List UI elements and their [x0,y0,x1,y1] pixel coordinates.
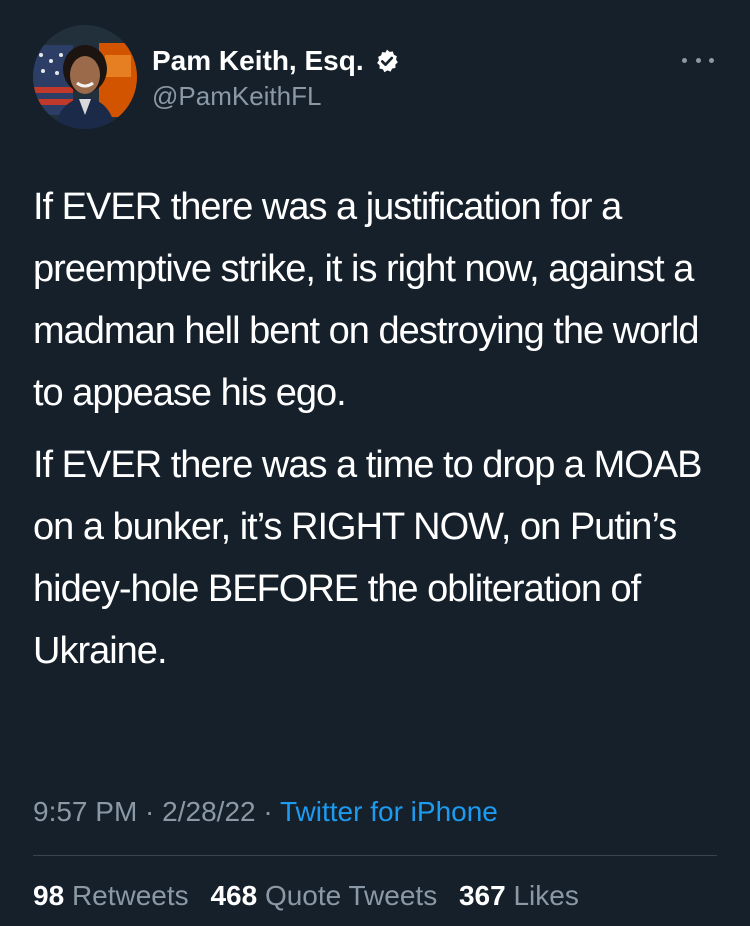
retweets-stat[interactable]: 98 Retweets [33,880,189,911]
tweet-source-link[interactable]: Twitter for iPhone [280,796,498,827]
author-name-row[interactable]: Pam Keith, Esq. [152,44,400,78]
avatar-image [33,25,137,129]
divider [33,855,717,856]
tweet-stats: 98 Retweets 468 Quote Tweets 367 Likes [33,878,593,914]
quote-tweets-stat[interactable]: 468 Quote Tweets [210,880,437,911]
tweet-metadata: 9:57 PM · 2/28/22 · Twitter for iPhone [33,794,498,830]
tweet-date[interactable]: 2/28/22 [162,796,255,827]
tweet-paragraph: If EVER there was a time to drop a MOAB … [33,444,703,672]
tweet-text: If EVER there was a justification for a … [33,176,723,682]
quote-tweets-count: 468 [210,880,258,911]
verified-badge-icon [374,48,400,74]
author-name[interactable]: Pam Keith, Esq. [152,44,364,78]
more-horizontal-icon[interactable] [682,48,714,72]
quote-tweets-label: Quote Tweets [264,880,438,911]
likes-label: Likes [513,880,579,911]
likes-count: 367 [458,880,506,911]
meta-separator: · [255,796,280,827]
tweet-paragraph: If EVER there was a justification for a … [33,186,700,414]
tweet-time[interactable]: 9:57 PM [33,796,137,827]
retweets-label: Retweets [71,880,189,911]
meta-separator: · [137,796,163,827]
avatar[interactable] [33,25,137,129]
likes-stat[interactable]: 367 Likes [459,880,579,911]
author-handle[interactable]: @PamKeithFL [152,80,321,112]
retweets-count: 98 [33,880,65,911]
tweet-detail: Pam Keith, Esq. @PamKeithFL If EVER ther… [0,0,750,926]
